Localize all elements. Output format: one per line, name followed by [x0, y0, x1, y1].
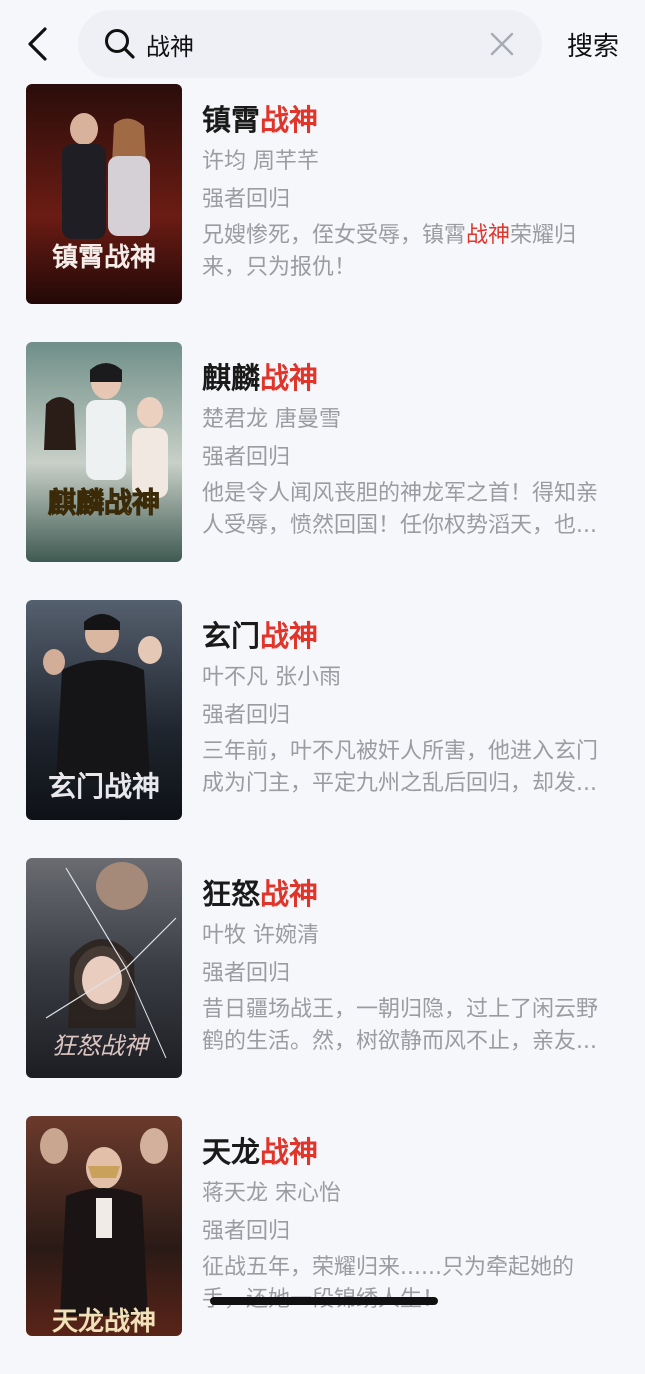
- result-cast: 叶不凡 张小雨: [202, 665, 341, 690]
- poster-image: 天龙战神: [26, 1116, 182, 1336]
- poster-image: 镇霄战神: [26, 84, 182, 304]
- result-genre: 强者回归: [202, 1219, 291, 1244]
- result-item[interactable]: 天龙战神 天龙战神 蒋天龙 宋心怡 强者回归 征战五年，荣耀归来......只为…: [0, 1116, 645, 1374]
- chevron-left-icon: [28, 27, 47, 61]
- poster-title-text: 狂怒战神: [52, 1032, 151, 1060]
- result-cast: 许均 周芊芊: [202, 149, 319, 174]
- result-title: 镇霄战神: [202, 103, 319, 137]
- home-indicator[interactable]: [210, 1297, 438, 1305]
- search-icon: [105, 29, 135, 59]
- result-description: 昔日疆场战王，一朝归隐，过上了闲云野 鹤的生活。然，树欲静而风不止，亲友...: [202, 997, 599, 1054]
- poster-image: 麒麟战神: [26, 342, 182, 562]
- poster-title-text: 镇霄战神: [52, 243, 156, 273]
- result-description: 征战五年，荣耀归来......只为牵起她的 手，还她一段锦绣人生！: [202, 1255, 574, 1312]
- search-box[interactable]: [78, 10, 542, 78]
- result-title: 狂怒战神: [202, 877, 319, 911]
- clear-icon[interactable]: [488, 30, 516, 58]
- poster-title-text: 麒麟战神: [48, 486, 160, 519]
- result-cast: 叶牧 许婉清: [202, 923, 319, 948]
- poster-title-text: 玄门战神: [48, 770, 160, 803]
- result-cast: 楚君龙 唐曼雪: [202, 407, 341, 432]
- poster-image: 狂怒战神: [26, 858, 182, 1078]
- result-item[interactable]: 玄门战神 玄门战神 叶不凡 张小雨 强者回归 三年前，叶不凡被奸人所害，他进入玄…: [0, 600, 645, 858]
- result-title: 麒麟战神: [202, 361, 319, 395]
- back-button[interactable]: [18, 25, 56, 63]
- result-genre: 强者回归: [202, 445, 291, 470]
- result-genre: 强者回归: [202, 961, 291, 986]
- result-title: 天龙战神: [202, 1135, 319, 1169]
- poster-image: 玄门战神: [26, 600, 182, 820]
- poster-title-text: 天龙战神: [52, 1307, 156, 1336]
- result-item[interactable]: 狂怒战神 狂怒战神 叶牧 许婉清 强者回归 昔日疆场战王，一朝归隐，过上了闲云野…: [0, 858, 645, 1116]
- search-input[interactable]: [146, 26, 466, 62]
- result-title: 玄门战神: [202, 619, 319, 653]
- result-item[interactable]: 镇霄战神 镇霄战神 许均 周芊芊 强者回归 兄嫂惨死，侄女受辱，镇霄战神荣耀归 …: [0, 84, 645, 342]
- search-button[interactable]: 搜索: [567, 26, 619, 63]
- search-header: 搜索: [0, 0, 645, 90]
- result-description: 他是令人闻风丧胆的神龙军之首！得知亲 人受辱，愤然回国！任你权势滔天，也...: [202, 481, 599, 538]
- result-cast: 蒋天龙 宋心怡: [202, 1181, 341, 1206]
- results-list: 镇霄战神 镇霄战神 许均 周芊芊 强者回归 兄嫂惨死，侄女受辱，镇霄战神荣耀归 …: [0, 84, 645, 1374]
- result-genre: 强者回归: [202, 703, 291, 728]
- result-description: 三年前，叶不凡被奸人所害，他进入玄门 成为门主，平定九州之乱后回归，却发...: [202, 739, 599, 796]
- result-genre: 强者回归: [202, 187, 291, 212]
- result-description: 兄嫂惨死，侄女受辱，镇霄战神荣耀归 来，只为报仇！: [202, 223, 577, 280]
- result-item[interactable]: 麒麟战神 麒麟战神 楚君龙 唐曼雪 强者回归 他是令人闻风丧胆的神龙军之首！得知…: [0, 342, 645, 600]
